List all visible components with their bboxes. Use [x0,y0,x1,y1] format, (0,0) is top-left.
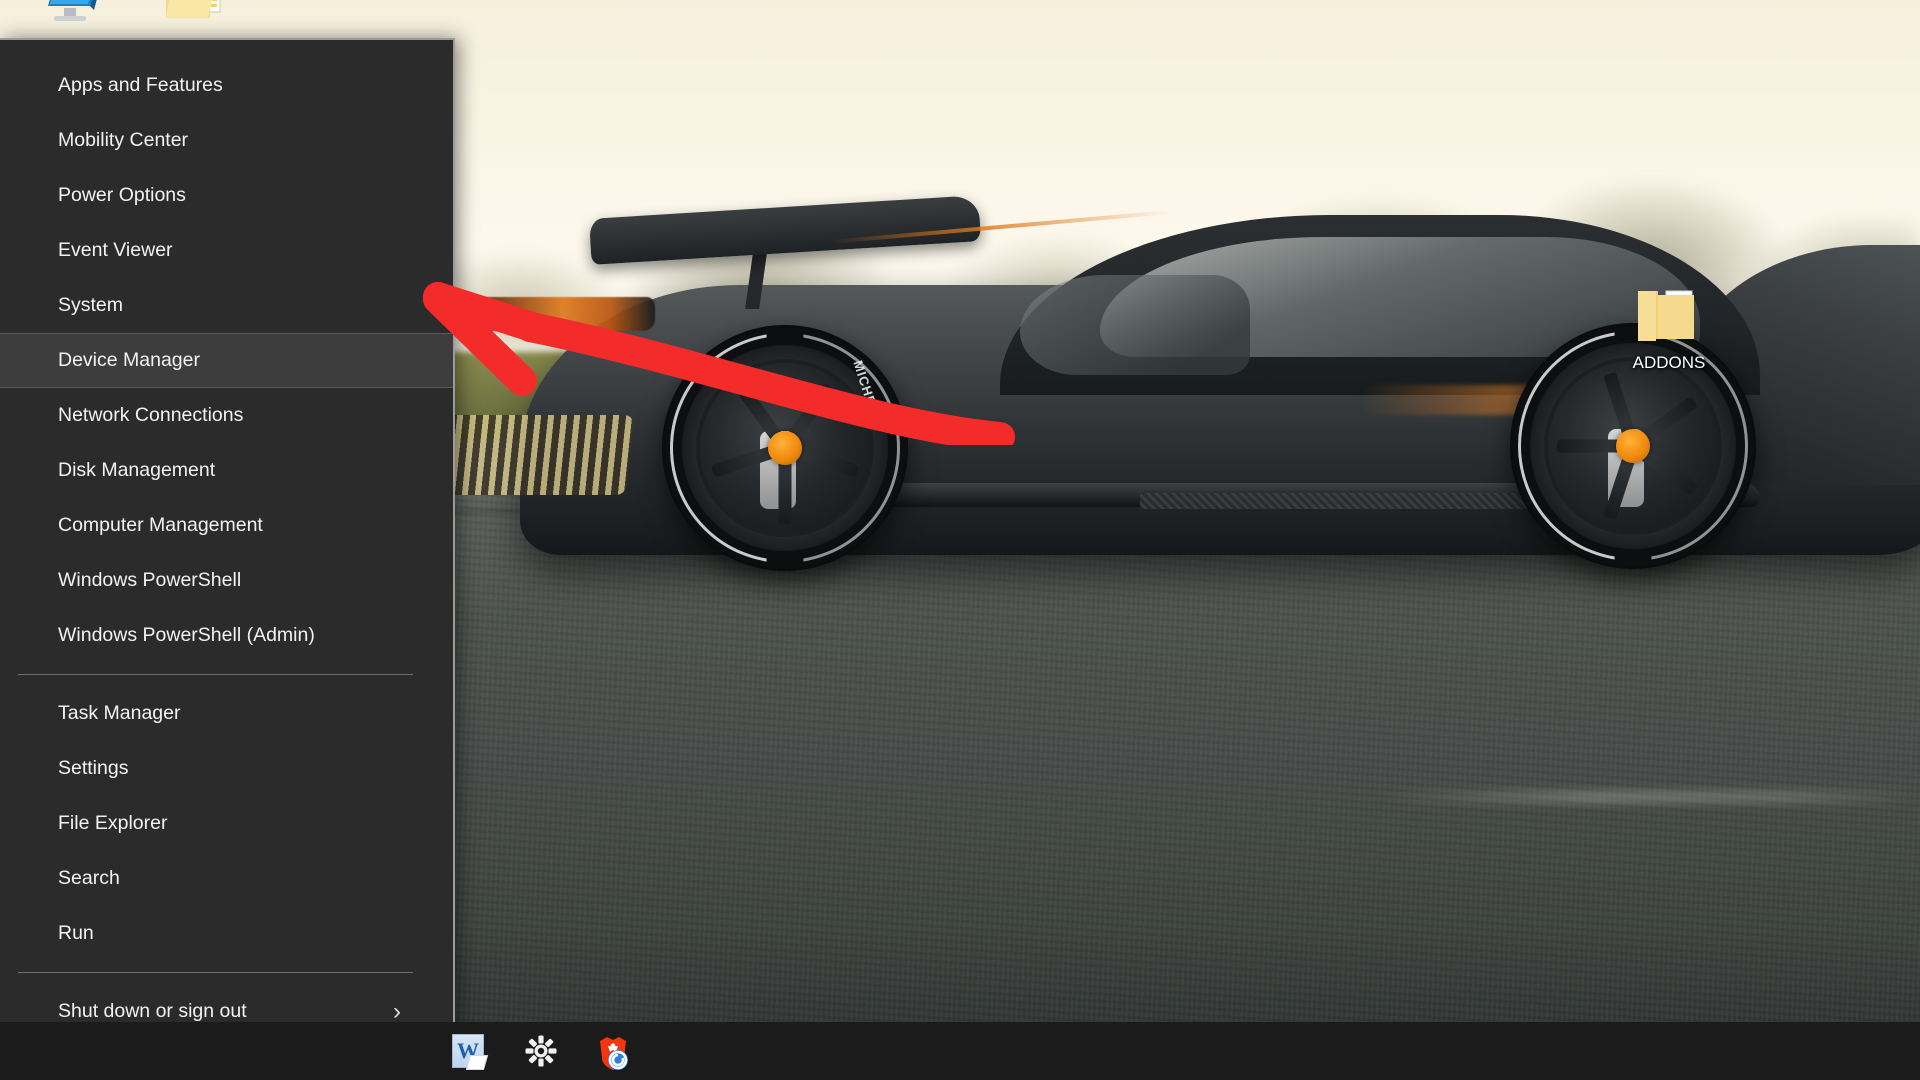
wheel-center-cap-rear [1616,429,1650,463]
car-front-wheel: MICHELIN [662,325,908,571]
menu-item-label: Windows PowerShell (Admin) [58,624,315,646]
menu-item-settings[interactable]: Settings [0,741,453,796]
addons-folder-icon [1632,285,1706,349]
gear-icon[interactable] [524,1034,558,1068]
road-light-streak [1380,790,1920,804]
car-side-window [1020,275,1250,375]
menu-item-mobility-center[interactable]: Mobility Center [0,113,453,168]
wallpaper-sports-car: MICHELIN [435,195,1920,625]
desktop-icon-this-pc[interactable] [18,0,128,32]
menu-item-label: File Explorer [58,812,168,834]
car-carbon-trim [1140,493,1560,509]
desktop-icon-addons[interactable]: ADDONS [1604,285,1734,373]
menu-item-network-connections[interactable]: Network Connections [0,388,453,443]
menu-item-label: Device Manager [58,349,200,371]
menu-item-label: Task Manager [58,702,181,724]
menu-item-file-explorer[interactable]: File Explorer [0,796,453,851]
car-taillight [435,297,655,331]
menu-item-label: Computer Management [58,514,263,536]
menu-item-apps-and-features[interactable]: Apps and Features [0,58,453,113]
menu-item-system[interactable]: System [0,278,453,333]
menu-item-label: Run [58,922,94,944]
monitor-icon [42,0,104,28]
menu-item-label: Mobility Center [58,129,189,151]
menu-item-windows-powershell-admin[interactable]: Windows PowerShell (Admin) [0,608,453,663]
desktop-icon-documents[interactable] [140,0,250,32]
menu-item-label: Power Options [58,184,186,206]
menu-item-label: Network Connections [58,404,244,426]
menu-item-label: Windows PowerShell [58,569,242,591]
menu-item-device-manager[interactable]: Device Manager [0,333,453,388]
menu-item-label: System [58,294,124,316]
menu-item-label: Search [58,867,120,889]
menu-item-power-options[interactable]: Power Options [0,168,453,223]
winx-group-1: Apps and Features Mobility Center Power … [0,58,453,663]
menu-item-label: Apps and Features [58,74,223,96]
word-icon-glyph: W [452,1034,484,1068]
menu-item-task-manager[interactable]: Task Manager [0,686,453,741]
menu-item-run[interactable]: Run [0,906,453,961]
desktop-icon-label-addons: ADDONS [1632,353,1706,372]
taskbar: W [0,1022,1920,1080]
brave-browser-icon[interactable] [596,1034,630,1070]
menu-item-windows-powershell[interactable]: Windows PowerShell [0,553,453,608]
desktop-screen: MICHELIN ADDONS Apps and Features Mobili… [0,0,1920,1080]
menu-item-label: Event Viewer [58,239,173,261]
folder-icon [162,0,228,28]
wheel-center-cap [768,431,802,465]
car-diffuser [435,415,635,495]
menu-item-label: Disk Management [58,459,216,481]
winx-quick-link-menu: Apps and Features Mobility Center Power … [0,38,455,1080]
word-icon[interactable]: W [452,1034,486,1068]
taskbar-icon-group: W [452,1034,630,1070]
menu-item-search[interactable]: Search [0,851,453,906]
chevron-right-icon: › [393,997,401,1025]
menu-item-disk-management[interactable]: Disk Management [0,443,453,498]
menu-item-event-viewer[interactable]: Event Viewer [0,223,453,278]
menu-item-label: Settings [58,757,129,779]
menu-item-label: Shut down or sign out [58,1000,247,1022]
menu-item-computer-management[interactable]: Computer Management [0,498,453,553]
menu-separator-1 [18,674,413,675]
winx-group-2: Task Manager Settings File Explorer Sear… [0,686,453,961]
menu-separator-2 [18,972,413,973]
